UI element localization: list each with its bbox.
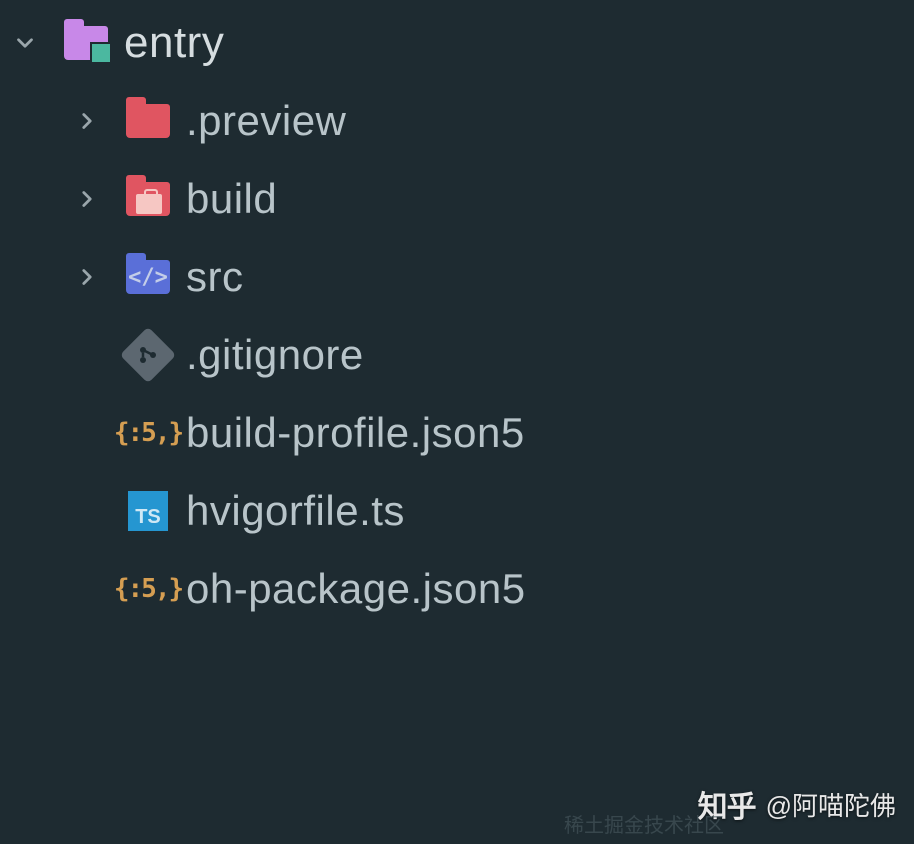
tree-item-label: build — [186, 175, 277, 223]
tree-item-gitignore[interactable]: .gitignore — [0, 316, 914, 394]
tree-item-label: hvigorfile.ts — [186, 487, 405, 535]
tree-item-label: .preview — [186, 97, 346, 145]
json5-icon: {:5,} — [124, 409, 172, 457]
chevron-down-icon — [10, 28, 40, 58]
chevron-right-icon — [72, 184, 102, 214]
watermark-user: @阿喵陀佛 — [766, 786, 896, 823]
typescript-icon: TS — [124, 487, 172, 535]
tree-item-label: oh-package.json5 — [186, 565, 526, 613]
watermark-community: 稀土掘金技术社区 — [564, 809, 724, 838]
tree-item-label: .gitignore — [186, 331, 364, 379]
folder-module-icon — [62, 19, 110, 67]
tree-item-preview[interactable]: .preview — [0, 82, 914, 160]
chevron-right-icon — [72, 106, 102, 136]
tree-item-hvigorfile[interactable]: TS hvigorfile.ts — [0, 472, 914, 550]
tree-item-src[interactable]: </> src — [0, 238, 914, 316]
folder-src-icon: </> — [124, 253, 172, 301]
json5-icon: {:5,} — [124, 565, 172, 613]
tree-item-build[interactable]: build — [0, 160, 914, 238]
git-icon — [124, 331, 172, 379]
folder-icon — [124, 97, 172, 145]
watermark: 知乎 @阿喵陀佛 — [698, 782, 896, 826]
tree-item-label: build-profile.json5 — [186, 409, 525, 457]
file-tree: entry .preview build </> src — [0, 0, 914, 628]
tree-item-entry[interactable]: entry — [0, 4, 914, 82]
tree-item-label: src — [186, 253, 244, 301]
tree-item-label: entry — [124, 18, 224, 68]
tree-item-build-profile[interactable]: {:5,} build-profile.json5 — [0, 394, 914, 472]
chevron-right-icon — [72, 262, 102, 292]
tree-item-oh-package[interactable]: {:5,} oh-package.json5 — [0, 550, 914, 628]
folder-build-icon — [124, 175, 172, 223]
